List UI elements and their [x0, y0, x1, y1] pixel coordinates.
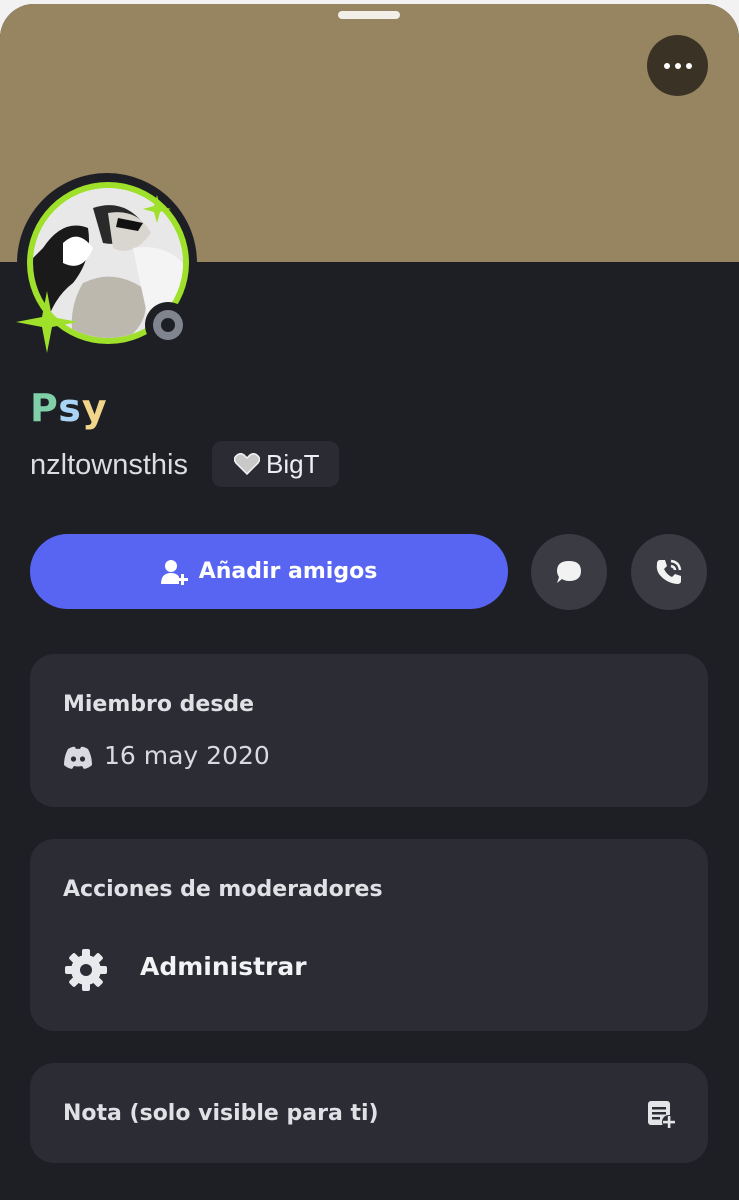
member-since-card: Miembro desde 16 may 2020: [30, 654, 708, 807]
manage-row[interactable]: Administrar: [30, 934, 708, 1009]
gear-icon: [65, 949, 107, 991]
display-name: Psy: [30, 386, 108, 430]
status-offline-icon: [153, 310, 183, 340]
heart-icon: [234, 453, 260, 475]
profile-sheet: Psy nzltownsthis BigT Añadir amigos Miem…: [0, 4, 739, 1200]
sparkle-decoration: [16, 291, 78, 353]
call-icon: [656, 559, 682, 584]
more-options-button[interactable]: [647, 35, 708, 96]
add-friend-icon: [160, 559, 188, 585]
message-button[interactable]: [531, 534, 607, 610]
note-card[interactable]: Nota (solo visible para ti): [30, 1063, 708, 1163]
tag-label: BigT: [266, 448, 320, 479]
moderator-actions-card: Acciones de moderadores Administrar: [30, 839, 708, 1031]
add-friend-label: Añadir amigos: [198, 559, 378, 584]
add-friend-button[interactable]: Añadir amigos: [30, 534, 508, 609]
status-indicator: [145, 302, 191, 348]
more-icon: [663, 62, 670, 69]
message-icon: [557, 561, 581, 583]
sparkle-decoration-small: [143, 195, 171, 223]
drag-handle[interactable]: [338, 11, 400, 19]
discord-icon: [64, 746, 92, 769]
note-add-icon[interactable]: [646, 1099, 676, 1129]
member-since-title: Miembro desde: [63, 692, 255, 717]
call-button[interactable]: [631, 534, 707, 610]
server-tag[interactable]: BigT: [212, 441, 340, 487]
moderator-actions-title: Acciones de moderadores: [63, 877, 383, 902]
manage-label: Administrar: [140, 952, 307, 981]
username: nzltownsthis: [30, 449, 188, 481]
note-title: Nota (solo visible para ti): [63, 1101, 379, 1126]
member-since-date: 16 may 2020: [104, 741, 270, 770]
